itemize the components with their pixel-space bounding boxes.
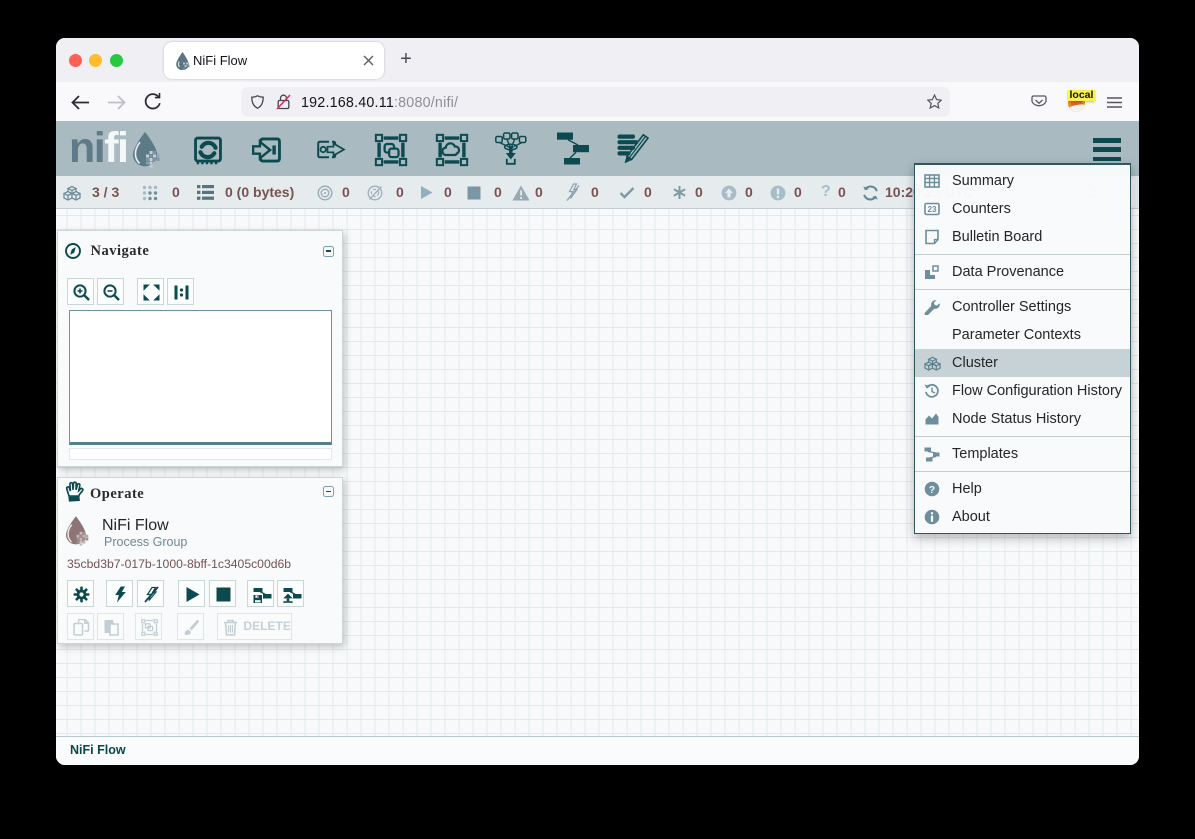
svg-text:?: ? xyxy=(929,484,935,496)
svg-text:23: 23 xyxy=(928,205,937,214)
